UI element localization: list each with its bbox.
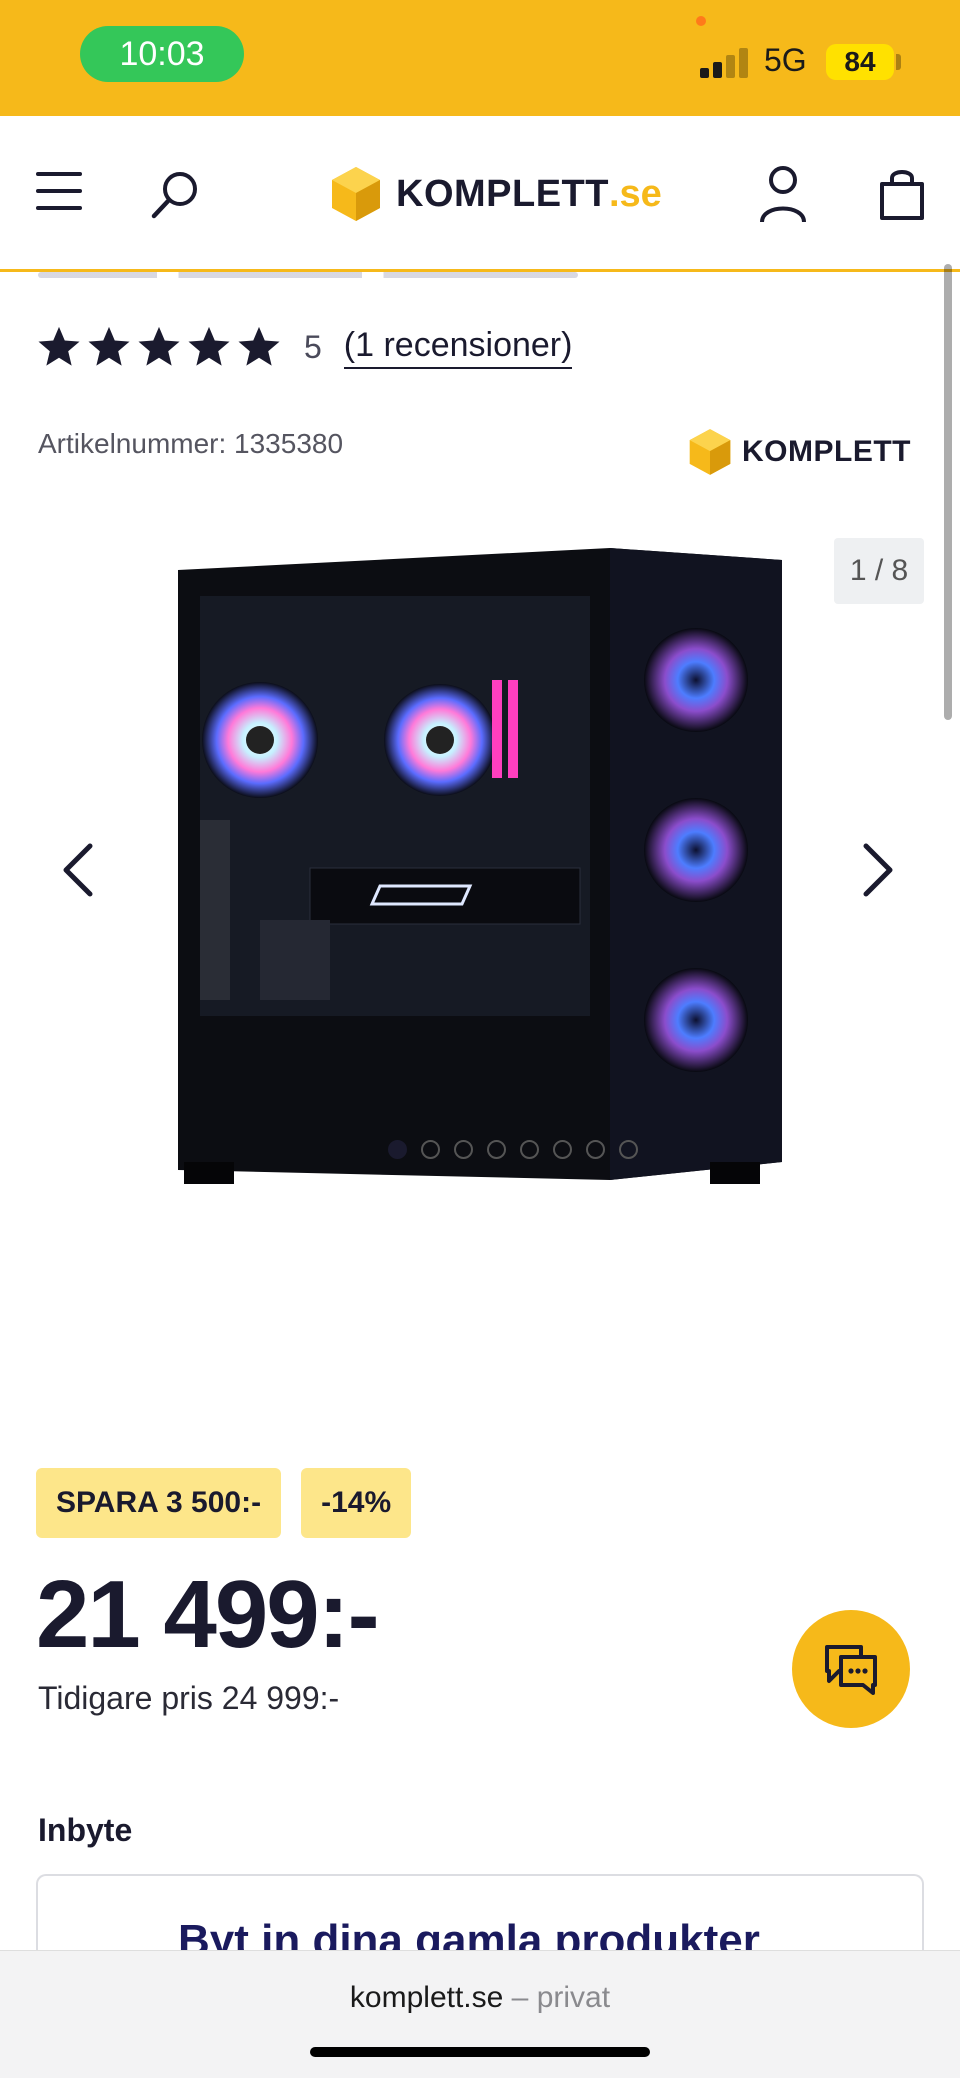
previous-price: Tidigare pris 24 999:- xyxy=(38,1680,340,1716)
chat-button[interactable] xyxy=(792,1610,910,1728)
privacy-indicator-dot xyxy=(696,16,706,26)
product-rating: 5 (1 recensioner) xyxy=(36,322,573,372)
gallery-dot[interactable] xyxy=(553,1140,572,1159)
status-time: 10:03 xyxy=(80,26,244,82)
gallery-pagination-dots xyxy=(388,1140,638,1159)
site-header: KOMPLETT .se xyxy=(0,116,960,272)
browser-mode: – privat xyxy=(511,1981,611,2014)
user-icon[interactable] xyxy=(758,164,808,224)
gallery-dot[interactable] xyxy=(454,1140,473,1159)
product-title-clipped xyxy=(38,272,638,282)
battery-nub xyxy=(896,54,901,70)
reviews-link[interactable]: (1 recensioner) xyxy=(343,326,573,369)
cellular-signal-icon xyxy=(700,48,752,78)
rating-stars xyxy=(36,324,282,370)
star-icon xyxy=(238,326,280,366)
logo-wordmark: KOMPLETT xyxy=(396,172,609,215)
gallery-dot[interactable] xyxy=(487,1140,506,1159)
star-icon xyxy=(88,326,130,366)
gallery-dot[interactable] xyxy=(520,1140,539,1159)
gallery-dot[interactable] xyxy=(388,1140,407,1159)
brand-logo-wordmark: KOMPLETT xyxy=(742,435,911,468)
search-icon[interactable] xyxy=(148,166,204,222)
rating-value: 5 xyxy=(304,328,322,365)
gallery-dot[interactable] xyxy=(421,1140,440,1159)
product-image-pc-case xyxy=(178,548,782,1184)
gallery-dot[interactable] xyxy=(619,1140,638,1159)
site-logo[interactable]: KOMPLETT .se xyxy=(330,164,662,224)
browser-url[interactable]: komplett.se – privat xyxy=(0,1981,960,2015)
status-bar: 10:03 5G 84 xyxy=(0,0,960,116)
komplett-cube-icon xyxy=(332,167,380,221)
article-number: Artikelnummer: 1335380 xyxy=(38,428,344,459)
battery-level: 84 xyxy=(826,44,894,80)
hamburger-menu-icon[interactable] xyxy=(36,172,82,210)
current-price: 21 499:- xyxy=(36,1561,380,1668)
gallery-dot[interactable] xyxy=(586,1140,605,1159)
komplett-cube-icon xyxy=(689,429,731,475)
network-type: 5G xyxy=(764,42,807,78)
shopping-bag-icon[interactable] xyxy=(878,166,926,222)
star-icon xyxy=(38,326,80,366)
chat-bubbles-icon xyxy=(825,1645,877,1695)
browser-address-bar[interactable]: komplett.se – privat xyxy=(0,1950,960,2078)
chevron-right-icon[interactable] xyxy=(852,830,902,910)
brand-logo[interactable]: KOMPLETT xyxy=(688,424,911,480)
discount-badge: -14% xyxy=(301,1468,412,1538)
star-icon xyxy=(138,326,180,366)
chevron-left-icon[interactable] xyxy=(54,830,104,910)
home-indicator xyxy=(310,2047,650,2057)
image-counter: 1 / 8 xyxy=(834,538,924,604)
savings-badge: SPARA 3 500:- xyxy=(36,1468,282,1538)
product-image-gallery[interactable]: 1 / 8 xyxy=(0,520,944,1200)
price-badges: SPARA 3 500:- -14% xyxy=(36,1468,412,1538)
page-scrollbar[interactable] xyxy=(944,264,952,720)
star-icon xyxy=(188,326,230,366)
logo-domain-suffix: .se xyxy=(608,172,662,215)
browser-domain: komplett.se xyxy=(349,1981,504,2014)
tradein-label: Inbyte xyxy=(38,1812,133,1848)
